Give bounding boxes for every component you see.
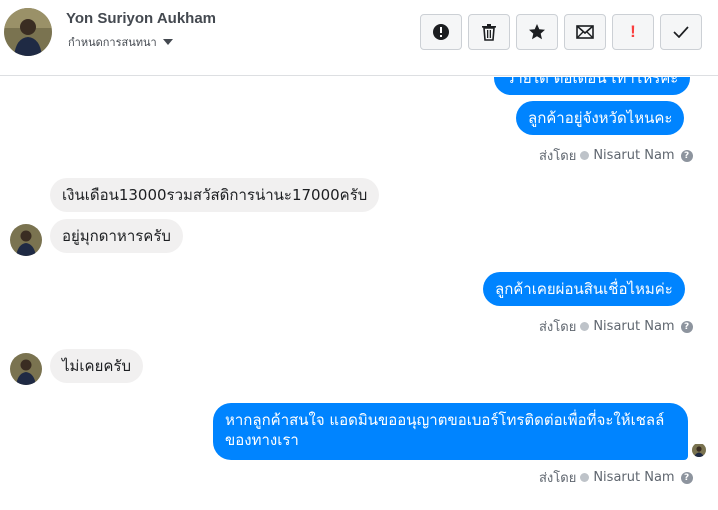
conversation-status-label: กำหนดการสนทนา [68, 36, 157, 49]
help-icon[interactable]: ? [680, 149, 693, 162]
star-button[interactable] [516, 14, 558, 50]
spam-report-button[interactable] [420, 14, 462, 50]
delete-button[interactable] [468, 14, 510, 50]
agent-name: Nisarut Nam [593, 319, 675, 334]
help-icon[interactable]: ? [680, 320, 693, 333]
exclamation-icon: ! [630, 22, 636, 41]
sent-by-label: ส่งโดย Nisarut Nam ? [539, 145, 693, 166]
agent-name: Nisarut Nam [593, 148, 675, 163]
message-bubble-incoming: เงินเดือน13000รวมสวัสดิการน่านะ17000ครับ [50, 178, 380, 212]
help-icon[interactable]: ? [680, 471, 693, 484]
contact-avatar [10, 353, 42, 385]
sent-by-label: ส่งโดย Nisarut Nam ? [539, 316, 693, 337]
mark-unread-button[interactable] [564, 14, 606, 50]
sent-status-icon [580, 322, 590, 331]
contact-name: Yon Suriyon Aukham [66, 10, 217, 27]
message-bubble-outgoing: ลูกค้าเคยผ่อนสินเชื่อไหมค่ะ [483, 272, 685, 306]
star-icon [529, 24, 545, 40]
message-line: หากลูกค้าสนใจ แอดมินขออนุญาตขอเบอร์โทรติ… [225, 411, 665, 429]
agent-name: Nisarut Nam [593, 470, 675, 485]
seen-avatar [692, 443, 706, 457]
contact-avatar[interactable] [4, 8, 52, 56]
sent-status-icon [580, 151, 590, 160]
message-bubble-outgoing: ว่ายได้ ต่อเดือน เท่าไหร่คะ [494, 77, 691, 95]
conversation-header: Yon Suriyon Aukham กำหนดการสนทนา ! [0, 0, 718, 76]
follow-up-button[interactable]: ! [612, 14, 654, 50]
sent-by-prefix: ส่งโดย [539, 471, 577, 486]
sent-status-icon [580, 473, 590, 482]
conversation-status-dropdown[interactable]: กำหนดการสนทนา [68, 33, 173, 51]
message-thread[interactable]: ว่ายได้ ต่อเดือน เท่าไหร่คะ ลูกค้าอยู่จั… [0, 77, 718, 510]
message-bubble-outgoing: หากลูกค้าสนใจ แอดมินขออนุญาตขอเบอร์โทรติ… [213, 403, 688, 460]
message-line: ของทางเรา [225, 431, 299, 449]
mark-done-button[interactable] [660, 14, 702, 50]
action-toolbar: ! [420, 14, 702, 50]
sent-by-prefix: ส่งโดย [539, 149, 577, 164]
trash-icon [482, 24, 496, 41]
sent-by-label: ส่งโดย Nisarut Nam ? [539, 467, 693, 488]
message-bubble-incoming: ไม่เคยครับ [50, 349, 143, 383]
sent-by-prefix: ส่งโดย [539, 320, 577, 335]
alert-circle-icon [433, 24, 449, 40]
message-bubble-incoming: อยู่มุกดาหารครับ [50, 219, 183, 253]
envelope-icon [576, 25, 594, 39]
caret-down-icon [162, 39, 173, 45]
message-bubble-outgoing: ลูกค้าอยู่จังหวัดไหนคะ [516, 101, 685, 135]
check-icon [673, 26, 689, 38]
contact-avatar [10, 224, 42, 256]
